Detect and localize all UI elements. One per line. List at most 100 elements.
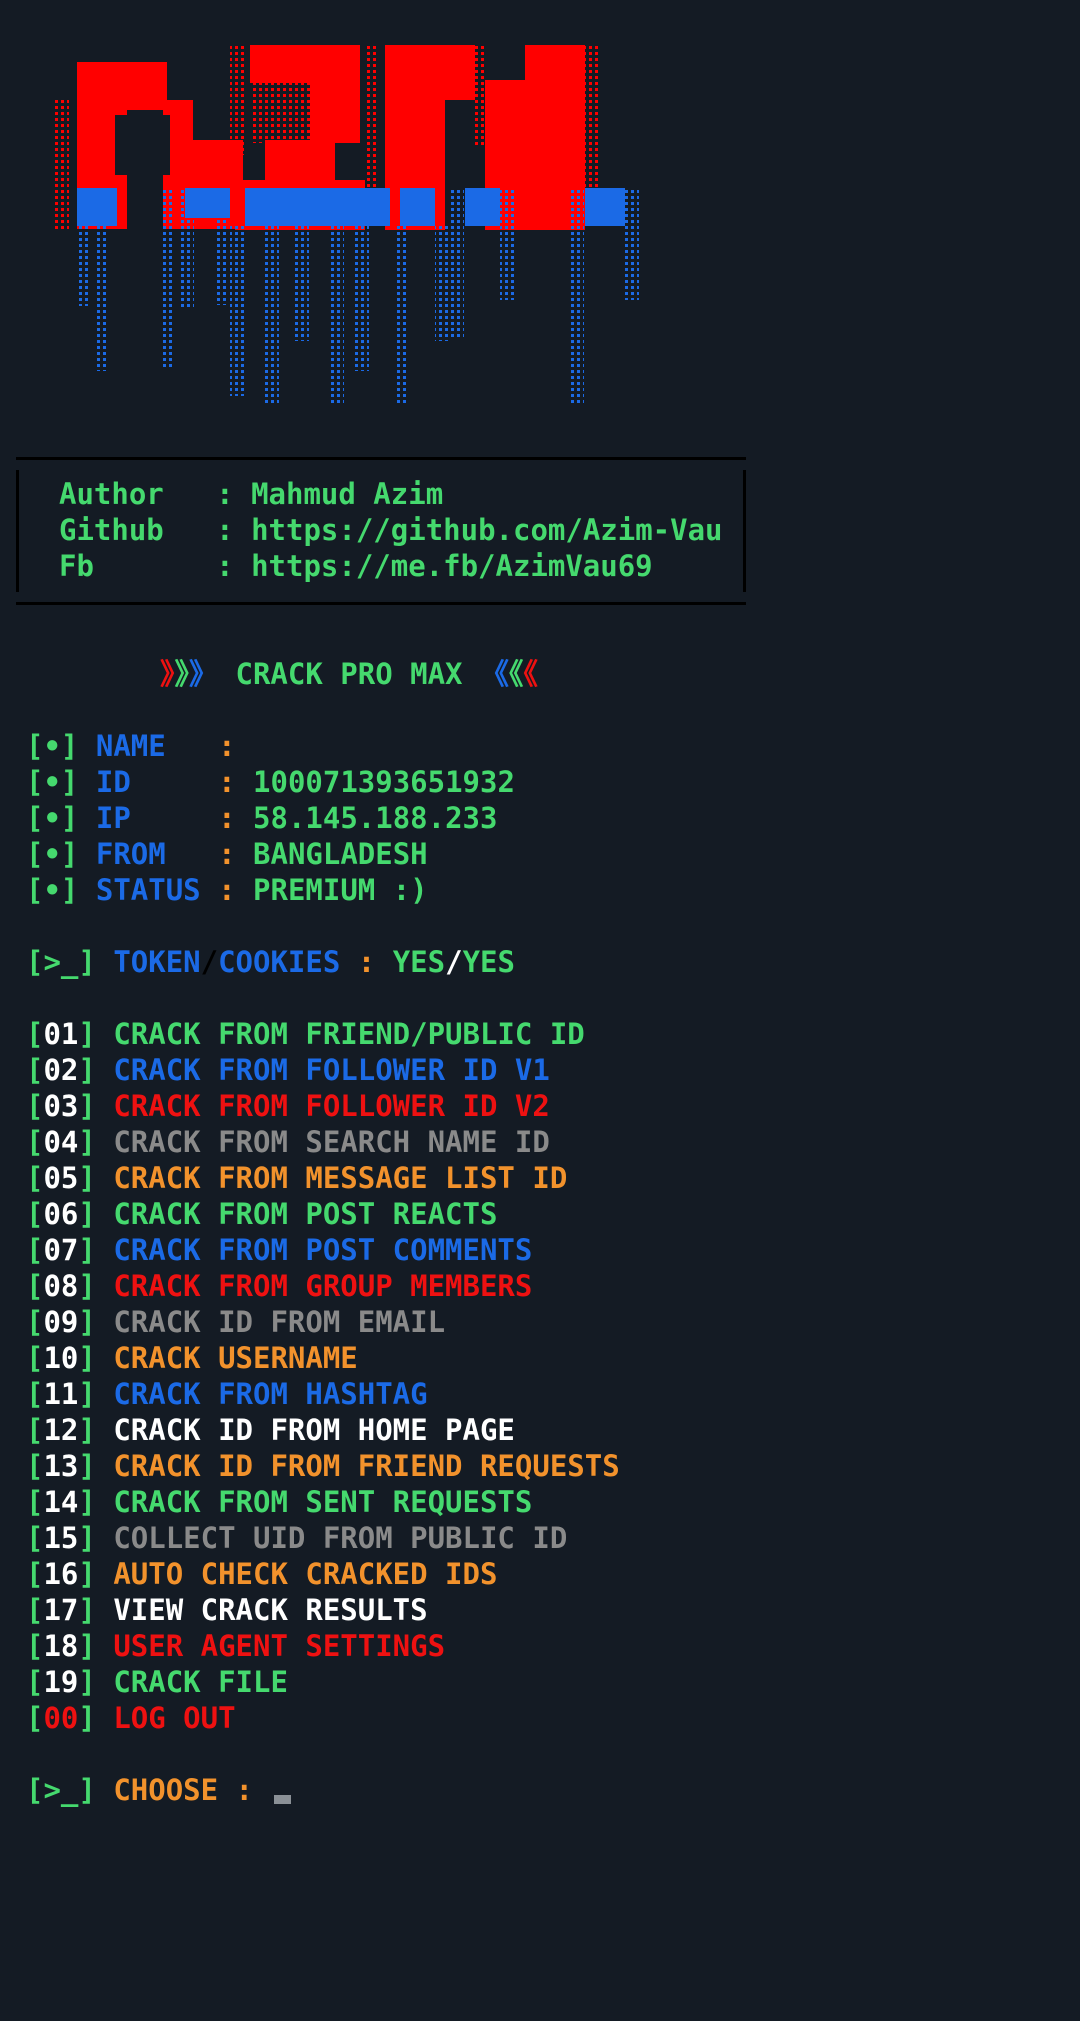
banner-title: CRACK PRO MAX (235, 657, 463, 691)
menu-item-01[interactable]: [01] CRACK FROM FRIEND/PUBLIC ID (26, 1016, 585, 1052)
ip-sep: : (218, 801, 236, 835)
menu-item-label: CRACK ID FROM EMAIL (113, 1305, 446, 1339)
menu-item-17[interactable]: [17] VIEW CRACK RESULTS (26, 1592, 428, 1628)
author-value: Mahmud Azim (251, 477, 444, 511)
menu-item-10[interactable]: [10] CRACK USERNAME (26, 1340, 358, 1376)
token-value-slash: / (445, 945, 463, 979)
name-sep: : (218, 729, 236, 763)
status-label: STATUS (95, 873, 201, 907)
token-value: YES (392, 945, 446, 979)
menu-item-number: 15 (43, 1521, 79, 1555)
choose-label: CHOOSE (113, 1773, 219, 1807)
menu-item-00[interactable]: [00] LOG OUT (26, 1700, 236, 1736)
author-label: Author (59, 477, 164, 511)
menu-item-16[interactable]: [16] AUTO CHECK CRACKED IDS (26, 1556, 497, 1592)
menu-bracket-close: ] (78, 1341, 96, 1375)
menu-bracket-open: [ (26, 1665, 44, 1699)
user-status-row: [•] STATUS : PREMIUM :) (26, 872, 428, 908)
menu-item-11[interactable]: [11] CRACK FROM HASHTAG (26, 1376, 428, 1412)
id-sep: : (218, 765, 236, 799)
user-from-row: [•] FROM : BANGLADESH (26, 836, 428, 872)
github-row: Github : https://github.com/Azim-Vau (59, 512, 723, 548)
menu-bracket-open: [ (26, 1269, 44, 1303)
bullet-icon: [•] (26, 801, 79, 835)
menu-item-07[interactable]: [07] CRACK FROM POST COMMENTS (26, 1232, 532, 1268)
fb-link[interactable]: https://me.fb/AzimVau69 (251, 549, 653, 583)
menu-bracket-close: ] (78, 1161, 96, 1195)
menu-item-label: CRACK FROM POST REACTS (113, 1197, 498, 1231)
menu-item-04[interactable]: [04] CRACK FROM SEARCH NAME ID (26, 1124, 550, 1160)
menu-bracket-close: ] (78, 1413, 96, 1447)
menu-item-06[interactable]: [06] CRACK FROM POST REACTS (26, 1196, 497, 1232)
menu-item-label: CRACK FROM FOLLOWER ID V2 (113, 1089, 550, 1123)
fb-label: Fb (59, 549, 94, 583)
menu-bracket-open: [ (26, 1053, 44, 1087)
menu-item-label: CRACK FROM FOLLOWER ID V1 (113, 1053, 550, 1087)
menu-bracket-open: [ (26, 1701, 44, 1735)
menu-item-number: 10 (43, 1341, 79, 1375)
id-label: ID (95, 765, 131, 799)
token-sep: : (357, 945, 376, 979)
banner: 》》》 CRACK PRO MAX 《《《 (160, 656, 538, 692)
menu-bracket-close: ] (78, 1125, 96, 1159)
menu-bracket-close: ] (78, 1017, 96, 1051)
prompt-icon: [>_] (26, 1773, 96, 1807)
menu-bracket-close: ] (78, 1197, 96, 1231)
bullet-icon: [•] (26, 765, 79, 799)
menu-item-number: 11 (43, 1377, 79, 1411)
menu-item-number: 17 (43, 1593, 79, 1627)
choose-input-cursor[interactable] (274, 1795, 292, 1804)
menu-item-number: 02 (43, 1053, 79, 1087)
menu-item-label: VIEW CRACK RESULTS (113, 1593, 428, 1627)
token-label: TOKEN (113, 945, 201, 979)
menu-bracket-open: [ (26, 1377, 44, 1411)
menu-item-02[interactable]: [02] CRACK FROM FOLLOWER ID V1 (26, 1052, 550, 1088)
menu-bracket-open: [ (26, 1341, 44, 1375)
ip-label: IP (95, 801, 131, 835)
menu-bracket-close: ] (78, 1233, 96, 1267)
github-link[interactable]: https://github.com/Azim-Vau (251, 513, 722, 547)
menu-item-13[interactable]: [13] CRACK ID FROM FRIEND REQUESTS (26, 1448, 620, 1484)
menu-item-19[interactable]: [19] CRACK FILE (26, 1664, 288, 1700)
menu-item-label: CRACK FROM POST COMMENTS (113, 1233, 533, 1267)
azim-logo (55, 45, 639, 406)
menu-item-14[interactable]: [14] CRACK FROM SENT REQUESTS (26, 1484, 532, 1520)
ip-value: 58.145.188.233 (253, 801, 498, 835)
menu-bracket-open: [ (26, 1305, 44, 1339)
menu-bracket-close: ] (78, 1269, 96, 1303)
menu-item-03[interactable]: [03] CRACK FROM FOLLOWER ID V2 (26, 1088, 550, 1124)
menu-bracket-open: [ (26, 1125, 44, 1159)
menu-bracket-close: ] (78, 1557, 96, 1591)
menu-item-08[interactable]: [08] CRACK FROM GROUP MEMBERS (26, 1268, 532, 1304)
menu-item-label: CRACK FROM SEARCH NAME ID (113, 1125, 550, 1159)
status-sep: : (218, 873, 236, 907)
fb-row: Fb : https://me.fb/AzimVau69 (59, 548, 653, 584)
banner-arrow-right-3: 《 (523, 657, 539, 691)
menu-item-number: 01 (43, 1017, 79, 1051)
token-slash: / (200, 945, 219, 979)
menu-bracket-open: [ (26, 1593, 44, 1627)
menu-item-15[interactable]: [15] COLLECT UID FROM PUBLIC ID (26, 1520, 567, 1556)
menu-bracket-open: [ (26, 1017, 44, 1051)
menu-item-number: 09 (43, 1305, 79, 1339)
menu-bracket-close: ] (78, 1593, 96, 1627)
menu-item-05[interactable]: [05] CRACK FROM MESSAGE LIST ID (26, 1160, 567, 1196)
menu-item-18[interactable]: [18] USER AGENT SETTINGS (26, 1628, 445, 1664)
from-sep: : (218, 837, 236, 871)
menu-bracket-close: ] (78, 1665, 96, 1699)
menu-bracket-open: [ (26, 1557, 44, 1591)
menu-bracket-close: ] (78, 1449, 96, 1483)
menu-item-09[interactable]: [09] CRACK ID FROM EMAIL (26, 1304, 445, 1340)
menu-item-number: 18 (43, 1629, 79, 1663)
menu-item-12[interactable]: [12] CRACK ID FROM HOME PAGE (26, 1412, 515, 1448)
cookies-value: YES (462, 945, 515, 979)
menu-bracket-close: ] (78, 1701, 96, 1735)
menu-bracket-close: ] (78, 1053, 96, 1087)
menu-item-number: 04 (43, 1125, 79, 1159)
bullet-icon: [•] (26, 837, 79, 871)
menu-bracket-close: ] (78, 1089, 96, 1123)
menu-item-number: 12 (43, 1413, 79, 1447)
menu-bracket-close: ] (78, 1305, 96, 1339)
user-ip-row: [•] IP : 58.145.188.233 (26, 800, 497, 836)
banner-arrow-right-2: 《 (508, 657, 524, 691)
